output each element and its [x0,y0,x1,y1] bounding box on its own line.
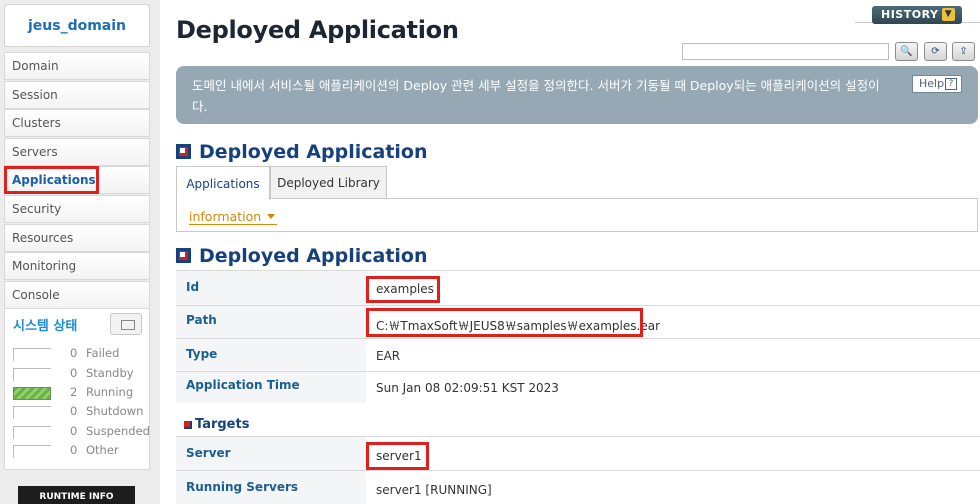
table-row: Application Time Sun Jan 08 02:09:51 KST… [176,371,980,403]
status-row-suspended: 0 Suspended [13,424,150,440]
field-label: Path [176,306,366,338]
status-title: 시스템 상태 [13,319,78,334]
highlight-box [366,308,643,337]
domain-name[interactable]: jeus_domain [4,4,150,47]
table-row: Id examples [176,270,980,305]
field-label: Id [176,271,366,305]
sidebar-item-monitoring[interactable]: Monitoring [4,252,150,280]
status-bar [13,445,51,458]
page-title: Deployed Application [176,16,459,44]
status-count: 0 [70,404,78,418]
tab-deployed-library[interactable]: Deployed Library [270,166,387,199]
highlight-box [4,166,99,194]
tab-panel: information [176,198,978,232]
status-row-standby: 0 Standby [13,366,149,382]
status-bar [13,426,51,439]
status-bar [13,348,51,361]
help-button[interactable]: Help ? [912,75,962,93]
status-count: 0 [70,443,78,457]
chevron-down-icon [267,214,276,219]
status-label: Standby [86,366,134,380]
help-icon: ? [945,78,957,90]
field-value: EAR [376,349,401,363]
section-header: Deployed Application [176,245,476,269]
field-value: server1 [RUNNING] [376,483,492,497]
table-row: Type EAR [176,338,980,371]
sidebar-item-domain[interactable]: Domain [4,52,150,80]
sidebar: jeus_domain Domain Session Clusters Serv… [0,0,160,504]
field-label: Server [176,437,366,470]
history-label: HISTORY [881,8,939,21]
section-header: Deployed Application [176,141,476,165]
export-icon[interactable]: ⇪ [952,42,975,61]
tab-applications[interactable]: Applications [176,166,270,200]
bullet-icon [184,421,192,429]
sidebar-item-console[interactable]: Console [4,281,150,309]
field-value: Sun Jan 08 02:09:51 KST 2023 [376,381,559,395]
highlight-box [366,442,429,470]
targets-title: Targets [195,417,250,432]
status-bar [13,387,51,400]
field-label: Type [176,339,366,371]
status-row-shutdown: 0 Shutdown [13,404,149,420]
status-bar [13,406,51,419]
status-label: Shutdown [86,404,144,418]
chevron-down-icon: ▼ [942,8,955,21]
sidebar-item-servers[interactable]: Servers [4,138,150,166]
status-bar [13,368,51,381]
section-icon [176,144,191,159]
table-row: Server server1 [176,436,980,470]
sidebar-item-clusters[interactable]: Clusters [4,109,150,137]
description-box: 도메인 내에서 서비스될 애플리케이션의 Deploy 관련 세부 설정을 정의… [176,66,978,124]
system-status-panel: 시스템 상태 0 Failed 0 Standby 2 Running 0 Sh… [4,308,150,470]
section-title: Deployed Application [199,245,428,267]
status-count: 0 [70,366,78,380]
search-icon[interactable]: 🔍 [895,42,918,61]
dropdown-value: information [189,209,262,224]
field-label: Application Time [176,372,366,403]
status-label: Other [86,443,119,457]
help-label: Help [919,77,945,90]
status-row-running: 2 Running [13,385,149,401]
status-row-failed: 0 Failed [13,346,149,362]
sidebar-item-security[interactable]: Security [4,195,150,223]
search-input[interactable] [682,43,889,60]
field-label: Running Servers [176,471,366,504]
status-label: Running [86,385,134,399]
monitor-icon[interactable] [110,313,142,335]
sidebar-item-resources[interactable]: Resources [4,224,150,252]
highlight-box [366,276,440,303]
runtime-info-button[interactable]: RUNTIME INFO [18,486,135,504]
sidebar-item-session[interactable]: Session [4,81,150,109]
table-row: Running Servers server1 [RUNNING] [176,470,980,504]
status-label: Failed [86,346,120,360]
information-dropdown[interactable]: information [189,209,278,225]
status-count: 0 [70,346,78,360]
status-count: 0 [70,424,78,438]
section-title: Deployed Application [199,141,428,163]
refresh-icon[interactable]: ⟳ [924,42,947,61]
description-text: 도메인 내에서 서비스될 애플리케이션의 Deploy 관련 세부 설정을 정의… [192,78,880,114]
section-icon [176,248,191,263]
status-count: 2 [70,385,78,399]
status-label: Suspended [86,424,150,438]
tab-area: Applications Deployed Library informatio… [176,166,978,232]
status-row-other: 0 Other [13,443,149,459]
history-button[interactable]: HISTORY ▼ [872,6,962,24]
